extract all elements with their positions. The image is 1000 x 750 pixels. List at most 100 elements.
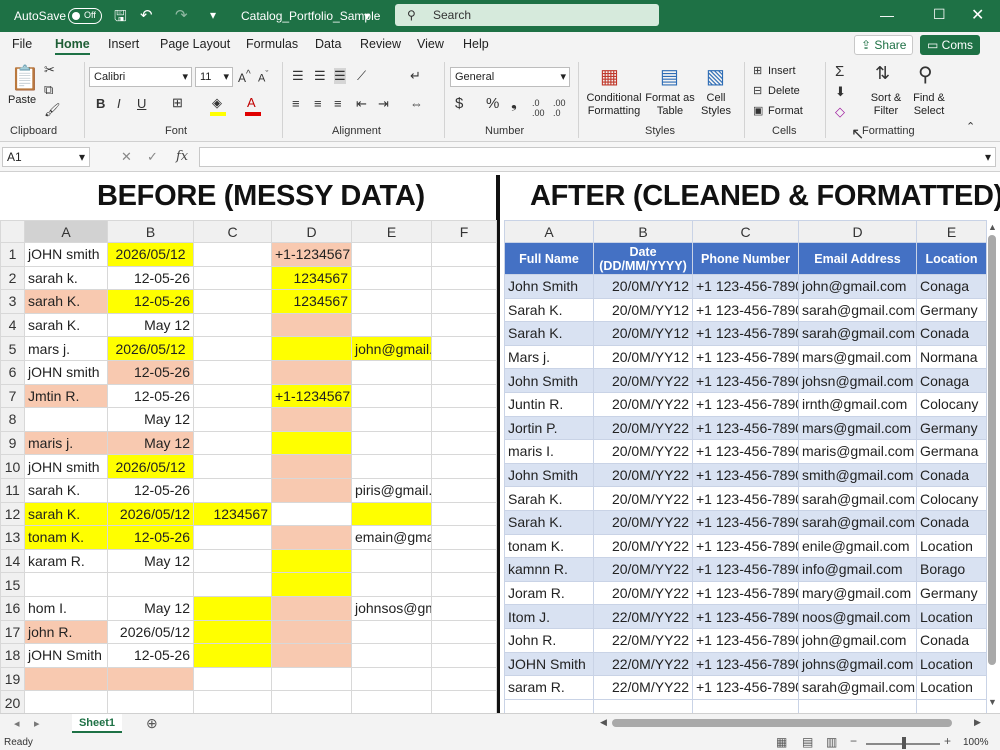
cell[interactable]: +1 123-456-7890 (692, 415, 799, 441)
cell[interactable] (431, 430, 497, 456)
cell[interactable]: 20/0M/YY22 (593, 415, 693, 441)
wrap-text-icon[interactable]: ↵ (410, 68, 421, 84)
column-header[interactable]: E (916, 220, 987, 243)
font-size-select[interactable]: 11 ▾ (195, 67, 233, 87)
cell[interactable]: irnth@gmail.com (798, 391, 917, 417)
decrease-font-icon[interactable]: Aˇ (258, 69, 268, 85)
column-header[interactable]: A (24, 220, 108, 243)
row-header[interactable]: 3 (0, 289, 25, 314)
header-cell[interactable]: Full Name (504, 242, 594, 275)
cell[interactable]: 20/0M/YY22 (593, 391, 693, 417)
cell[interactable] (193, 477, 272, 503)
cell[interactable]: johsn@gmail.com (798, 368, 917, 393)
cell[interactable]: jOHN Smith (24, 643, 108, 668)
row-header[interactable]: 1 (0, 242, 25, 267)
cell[interactable]: jOHN smith (24, 359, 108, 385)
minimize-icon[interactable]: — (880, 7, 894, 23)
cell[interactable]: 2026/05/12 (107, 501, 194, 527)
cell[interactable] (24, 572, 108, 597)
column-header[interactable]: B (593, 220, 693, 243)
cell[interactable]: 20/0M/YY12 (593, 297, 693, 323)
format-table-icon[interactable]: ▤ (660, 64, 679, 89)
cell[interactable]: sarah@gmail.com (798, 486, 917, 511)
cell[interactable]: Jmtin R. (24, 383, 108, 409)
cell[interactable]: kamnn R. (504, 557, 594, 582)
redo-icon[interactable]: ↷ (175, 6, 188, 24)
cell[interactable] (431, 312, 497, 338)
cell[interactable] (351, 666, 432, 692)
cell[interactable]: maris j. (24, 430, 108, 456)
format-cells-button[interactable]: Format (768, 105, 803, 118)
autosum-icon[interactable]: Σ (835, 63, 844, 80)
borders-icon[interactable]: ⊞ (172, 95, 183, 111)
cell[interactable]: +1 123-456-7890 (692, 627, 799, 653)
cell[interactable]: +1 123-456-7890 (692, 274, 799, 299)
cell[interactable]: sarah@gmail.com (798, 509, 917, 535)
cell[interactable] (107, 572, 194, 597)
decrease-decimal-icon[interactable]: .00.0 (553, 98, 566, 118)
zoom-out-icon[interactable]: − (850, 734, 857, 748)
cell[interactable]: sarah k. (24, 265, 108, 291)
cell[interactable] (24, 407, 108, 432)
cell[interactable]: 1234567 (271, 265, 352, 291)
cell[interactable] (271, 430, 352, 456)
cell[interactable]: enile@gmail.com (798, 533, 917, 559)
currency-icon[interactable]: $ (455, 95, 463, 112)
cell[interactable] (351, 619, 432, 645)
cell[interactable]: Conaga (916, 274, 987, 299)
cell[interactable]: Conada (916, 462, 987, 488)
cell[interactable] (431, 407, 497, 432)
increase-indent-icon[interactable]: ⇥ (378, 96, 389, 112)
cell[interactable]: john@gmail.com (351, 336, 432, 361)
sheet-next-icon[interactable]: ▸ (34, 717, 40, 730)
cell[interactable]: Conada (916, 321, 987, 346)
cell[interactable]: May 12 (107, 595, 194, 621)
cell[interactable]: emain@gmail.com (351, 525, 432, 550)
cell[interactable] (351, 501, 432, 527)
row-header[interactable]: 19 (0, 666, 25, 692)
cell[interactable] (24, 690, 108, 715)
cell[interactable]: mary@gmail.com (798, 580, 917, 606)
cell[interactable]: noos@gmail.com (798, 604, 917, 629)
decrease-indent-icon[interactable]: ⇤ (356, 96, 367, 112)
cell[interactable]: +1 123-456-7890 (692, 297, 799, 323)
cell[interactable]: +1 123-456-7890 (692, 439, 799, 464)
cell[interactable]: piris@gmail.com (351, 477, 432, 503)
cell[interactable] (193, 242, 272, 267)
orientation-icon[interactable]: ⟋ (357, 68, 366, 84)
cell[interactable]: Germany (916, 297, 987, 323)
vertical-scrollbar[interactable] (988, 235, 996, 665)
sort-filter-button[interactable]: Sort & Filter (866, 92, 906, 118)
format-as-table-button[interactable]: Format as Table (645, 92, 695, 118)
cell[interactable] (351, 430, 432, 456)
cell[interactable]: sarah K. (24, 312, 108, 338)
column-header[interactable]: E (351, 220, 432, 243)
row-header[interactable]: 7 (0, 383, 25, 409)
cell[interactable] (271, 548, 352, 574)
cell[interactable]: +1 123-456-7890 (692, 391, 799, 417)
autosave-toggle[interactable]: Off (68, 8, 102, 24)
cell[interactable] (193, 312, 272, 338)
cell[interactable] (431, 595, 497, 621)
cell[interactable]: 20/0M/YY22 (593, 580, 693, 606)
cell[interactable]: sarah@gmail.com (798, 675, 917, 700)
undo-icon[interactable]: ↶ (140, 6, 153, 24)
cell[interactable]: 20/0M/YY12 (593, 274, 693, 299)
fill-color-icon[interactable]: ◈ (212, 95, 222, 111)
cell[interactable]: Normana (916, 344, 987, 370)
cell[interactable]: 12-05-26 (107, 265, 194, 291)
align-middle-icon[interactable]: ☰ (314, 68, 326, 84)
cell[interactable] (271, 501, 352, 527)
delete-cells-icon[interactable]: ⊟ (753, 84, 762, 97)
cell[interactable]: Conada (916, 509, 987, 535)
cell[interactable] (271, 312, 352, 338)
cell[interactable]: John R. (504, 627, 594, 653)
zoom-thumb[interactable] (902, 737, 906, 749)
cell[interactable]: jOHN smith (24, 242, 108, 267)
cell[interactable] (193, 407, 272, 432)
cell[interactable]: +1 123-456-7890 (692, 509, 799, 535)
font-name-select[interactable]: Calibri ▾ (89, 67, 192, 87)
cell[interactable]: 20/0M/YY22 (593, 509, 693, 535)
file-name[interactable]: Catalog_Portfolio_Sample (241, 9, 380, 23)
insert-cells-icon[interactable]: ⊞ (753, 64, 762, 77)
